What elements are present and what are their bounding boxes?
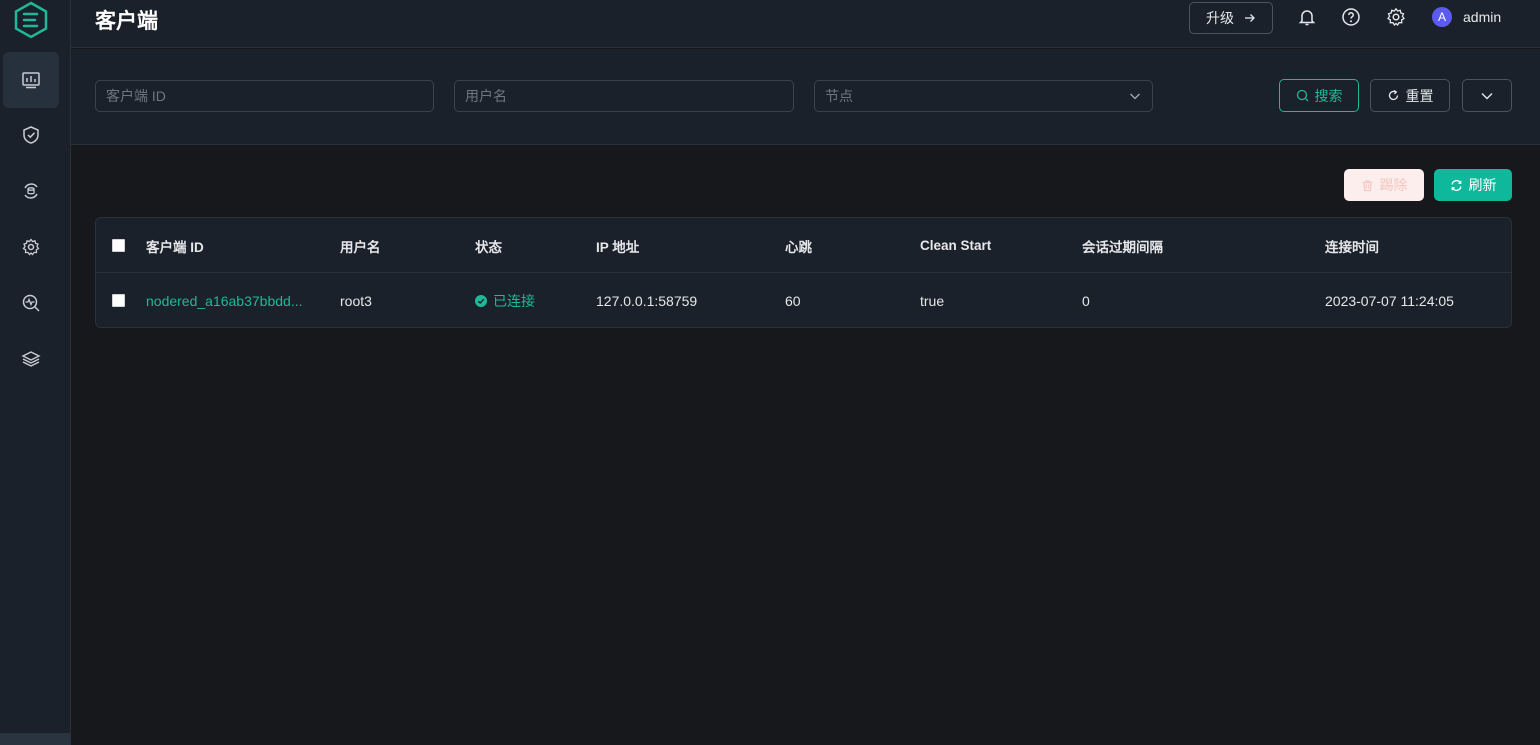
- filter-bar: 节点 搜索 重置: [71, 49, 1540, 145]
- nav-integration[interactable]: [3, 163, 59, 219]
- nav-system[interactable]: [3, 331, 59, 387]
- clients-table: 客户端 ID 用户名 状态 IP 地址 心跳 Clean Start 会话过期间…: [95, 217, 1512, 328]
- dashboard-icon: [22, 72, 40, 89]
- client-id-link[interactable]: nodered_a16ab37bbdd...: [146, 273, 302, 327]
- gear-icon: [1387, 7, 1405, 27]
- col-ip-address[interactable]: IP 地址: [596, 218, 639, 273]
- client-id-input[interactable]: [95, 80, 434, 112]
- reset-button[interactable]: 重置: [1370, 79, 1450, 112]
- username-input[interactable]: [454, 80, 794, 112]
- shield-check-icon: [23, 126, 39, 144]
- col-keepalive[interactable]: 心跳: [785, 218, 812, 273]
- col-username[interactable]: 用户名: [340, 218, 381, 273]
- nav-monitoring[interactable]: [3, 52, 59, 108]
- col-status[interactable]: 状态: [475, 218, 502, 273]
- ip-cell: 127.0.0.1:58759: [596, 292, 698, 309]
- node-select[interactable]: 节点: [814, 80, 1153, 112]
- col-clean-start[interactable]: Clean Start: [920, 218, 991, 273]
- table-row: nodered_a16ab37bbdd... root3 已连接 127.0.0…: [96, 273, 1511, 327]
- top-header: 客户端 升级 A admin: [71, 0, 1540, 48]
- nav-diagnose[interactable]: [3, 275, 59, 331]
- emqx-logo-icon[interactable]: [13, 1, 49, 39]
- col-expiry-interval[interactable]: 会话过期间隔: [1082, 218, 1163, 273]
- trash-icon: [1362, 179, 1372, 191]
- settings-button[interactable]: [1386, 7, 1406, 27]
- question-circle-icon: [1342, 8, 1360, 26]
- kick-label: 踢除: [1379, 177, 1408, 193]
- arrow-right-icon: [1245, 14, 1255, 22]
- upgrade-button[interactable]: 升级: [1189, 2, 1273, 34]
- kick-button[interactable]: 踢除: [1344, 169, 1424, 201]
- chevron-down-icon: [1130, 93, 1140, 100]
- search-button[interactable]: 搜索: [1279, 79, 1359, 112]
- username[interactable]: admin: [1463, 9, 1501, 25]
- search-label: 搜索: [1314, 87, 1343, 104]
- help-button[interactable]: [1341, 7, 1361, 27]
- select-all-checkbox[interactable]: [112, 218, 125, 273]
- reset-label: 重置: [1405, 87, 1434, 104]
- notifications-button[interactable]: [1297, 7, 1317, 27]
- sidebar-collapse-bar[interactable]: [0, 733, 70, 745]
- expiry-cell: 0: [1082, 292, 1090, 309]
- col-connected-at[interactable]: 连接时间: [1325, 218, 1379, 273]
- clean-start-cell: true: [920, 292, 945, 309]
- layers-icon: [21, 351, 41, 367]
- upgrade-label: 升级: [1206, 10, 1234, 26]
- nav-access-control[interactable]: [3, 107, 59, 163]
- refresh-label: 刷新: [1468, 177, 1497, 193]
- node-select-placeholder: 节点: [825, 88, 853, 104]
- nav-management[interactable]: [3, 219, 59, 275]
- check-circle-icon: [475, 294, 487, 307]
- avatar[interactable]: A: [1432, 7, 1452, 27]
- connected-at-cell: 2023-07-07 11:24:05: [1325, 292, 1454, 309]
- keepalive-cell: 60: [785, 292, 801, 309]
- col-client-id[interactable]: 客户端 ID: [146, 218, 204, 273]
- refresh-button[interactable]: 刷新: [1434, 169, 1512, 201]
- status-text: 已连接: [493, 292, 535, 309]
- gear-settings-icon: [22, 238, 40, 256]
- reset-icon: [1388, 89, 1398, 101]
- username-cell: root3: [340, 292, 372, 309]
- table-header-row: 客户端 ID 用户名 状态 IP 地址 心跳 Clean Start 会话过期间…: [96, 218, 1511, 273]
- chevron-down-icon: [1481, 92, 1493, 99]
- search-pulse-icon: [22, 294, 40, 312]
- search-icon: [1296, 89, 1308, 102]
- page-title: 客户端: [95, 10, 158, 33]
- sidebar: [0, 0, 71, 745]
- refresh-icon: [1451, 179, 1461, 191]
- bell-icon: [1298, 10, 1316, 26]
- status-badge: 已连接: [475, 273, 535, 327]
- row-checkbox[interactable]: [112, 273, 125, 327]
- client-id-text[interactable]: nodered_a16ab37bbdd...: [146, 293, 302, 309]
- expand-filters-button[interactable]: [1462, 79, 1512, 112]
- data-sync-icon: [24, 183, 38, 199]
